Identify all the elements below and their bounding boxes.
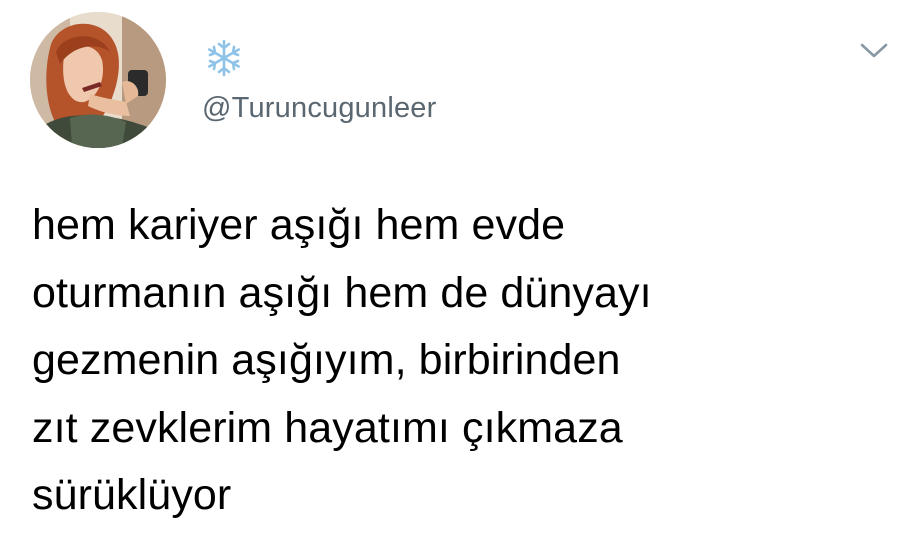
tweet-text-line: hem kariyer aşığı hem evde — [32, 201, 566, 249]
tweet-text-line: sürüklüyor — [32, 471, 232, 519]
avatar-photo — [30, 12, 166, 148]
tweet-text-line: gezmenin aşığıyım, birbirinden — [32, 336, 621, 384]
tweet-text-line: oturmanın aşığı hem de dünyayı — [32, 268, 652, 317]
avatar[interactable] — [30, 12, 166, 148]
snowflake-icon — [204, 38, 244, 78]
user-handle[interactable]: @Turuncugunleer — [202, 92, 437, 125]
chevron-down-icon[interactable] — [858, 38, 890, 62]
tweet-text-line: zıt zevklerim hayatımı çıkmaza — [32, 403, 623, 452]
tweet-text: hem kariyer aşığı hem evde oturmanın aşı… — [32, 192, 872, 530]
